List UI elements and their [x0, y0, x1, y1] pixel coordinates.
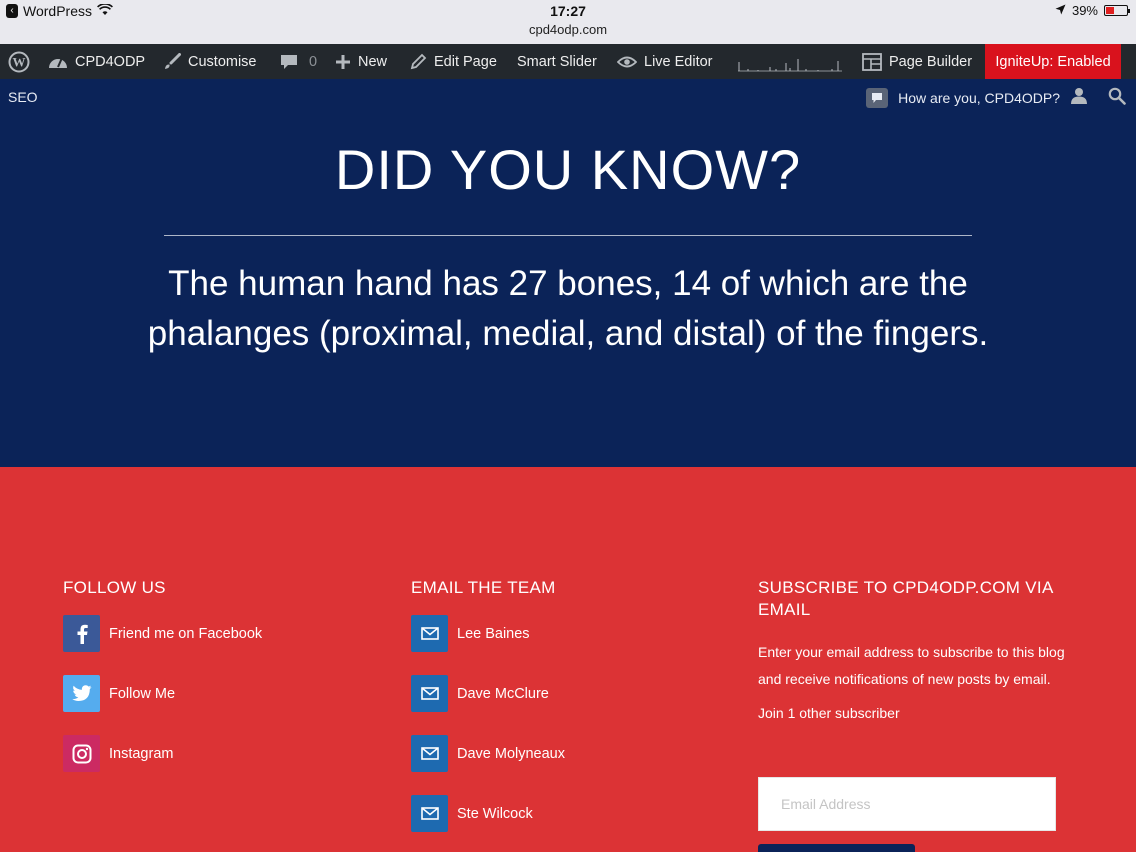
account-greeting[interactable]: How are you, CPD4ODP?	[898, 90, 1060, 106]
facebook-link-label: Friend me on Facebook	[109, 625, 263, 642]
fact-text: The human hand has 27 bones, 14 of which…	[100, 259, 1036, 359]
subscribe-title-line-1: SUBSCRIBE TO CPD4ODP.COM VIA	[758, 578, 1054, 597]
seo-menu[interactable]: SEO	[8, 89, 38, 105]
twitter-link[interactable]: Follow Me	[63, 675, 175, 712]
pencil-icon	[410, 53, 427, 70]
edit-page-label: Edit Page	[434, 53, 497, 70]
live-editor-label: Live Editor	[644, 53, 713, 70]
email-link-label: Dave Molyneaux	[457, 745, 565, 762]
facebook-link[interactable]: Friend me on Facebook	[63, 615, 262, 652]
battery-icon	[1104, 5, 1130, 16]
subscribe-button[interactable]	[758, 844, 915, 852]
instagram-link-label: Instagram	[109, 745, 174, 762]
wp-admin-bar: W CPD4ODP Customise 0 New Edit Page Smar…	[0, 44, 1136, 79]
subscribe-description: Enter your email address to subscribe to…	[758, 644, 1065, 687]
wordpress-logo-icon: W	[8, 51, 30, 73]
location-arrow-icon	[1055, 3, 1066, 18]
customise-label: Customise	[188, 53, 257, 70]
twitter-bird-icon	[63, 675, 100, 712]
fact-line-1: The human hand has 27 bones, 14 of which…	[168, 264, 968, 303]
page-builder-link[interactable]: Page Builder	[862, 44, 972, 79]
comment-bubble-icon	[280, 53, 298, 71]
search-icon[interactable]	[1108, 87, 1126, 108]
email-link-label: Lee Baines	[457, 625, 530, 642]
live-editor-link[interactable]: Live Editor	[617, 44, 713, 79]
page-builder-label: Page Builder	[889, 53, 973, 70]
facebook-icon	[63, 615, 100, 652]
email-team-widget: EMAIL THE TEAM Lee Baines Dave McClure D…	[411, 577, 711, 832]
paintbrush-icon	[163, 52, 181, 71]
address-bar-url[interactable]: cpd4odp.com	[0, 22, 1136, 37]
subscribe-widget: SUBSCRIBE TO CPD4ODP.COM VIA EMAIL Enter…	[758, 577, 1088, 852]
notification-icon[interactable]	[866, 87, 889, 108]
smart-slider-label: Smart Slider	[517, 53, 597, 70]
subscriber-count: Join 1 other subscriber	[758, 705, 900, 721]
email-ste-wilcock-link[interactable]: Ste Wilcock	[411, 795, 533, 832]
layout-grid-icon	[862, 52, 882, 71]
email-link-label: Dave McClure	[457, 685, 549, 702]
email-dave-molyneaux-link[interactable]: Dave Molyneaux	[411, 735, 565, 772]
clock: 17:27	[550, 3, 586, 19]
email-lee-baines-link[interactable]: Lee Baines	[411, 615, 530, 652]
did-you-know-section: SEO How are you, CPD4ODP? DID YOU KNOW? …	[0, 79, 1136, 467]
email-link-label: Ste Wilcock	[457, 805, 533, 822]
envelope-icon	[411, 795, 448, 832]
stats-sparkline-chart	[738, 58, 842, 71]
follow-us-widget: FOLLOW US Friend me on Facebook Follow M…	[63, 577, 363, 772]
user-avatar-icon[interactable]	[1070, 87, 1088, 108]
site-name-menu[interactable]: CPD4ODP	[48, 44, 145, 79]
fact-line-2: phalanges (proximal, medial, and distal)…	[147, 314, 989, 353]
edit-page-link[interactable]: Edit Page	[410, 44, 497, 79]
subscribe-email-input[interactable]	[758, 777, 1056, 831]
hero-heading: DID YOU KNOW?	[334, 138, 802, 201]
dashboard-gauge-icon	[48, 53, 68, 71]
comments-link[interactable]: 0	[280, 44, 317, 79]
igniteup-status-button[interactable]: IgniteUp: Enabled	[985, 44, 1121, 79]
site-name: CPD4ODP	[75, 53, 146, 70]
wordpress-logo-menu[interactable]: W	[8, 44, 30, 79]
envelope-icon	[411, 615, 448, 652]
subscribe-title-line-2: EMAIL	[758, 600, 811, 619]
twitter-link-label: Follow Me	[109, 685, 176, 702]
follow-us-title: FOLLOW US	[63, 578, 166, 597]
hero-divider	[164, 235, 972, 236]
instagram-icon	[63, 735, 100, 772]
envelope-icon	[411, 675, 448, 712]
comments-count: 0	[309, 53, 318, 70]
new-label: New	[358, 53, 388, 70]
customise-link[interactable]: Customise	[163, 44, 257, 79]
email-team-title: EMAIL THE TEAM	[411, 578, 556, 597]
new-content-menu[interactable]: New	[335, 44, 387, 79]
subscribe-title: SUBSCRIBE TO CPD4ODP.COM VIA EMAIL	[758, 577, 1088, 621]
footer-widgets: FOLLOW US Friend me on Facebook Follow M…	[0, 467, 1136, 852]
smart-slider-link[interactable]: Smart Slider	[517, 44, 597, 79]
stats-sparkline[interactable]	[736, 44, 844, 79]
eye-icon	[617, 55, 637, 69]
ios-status-bar: ‹ WordPress 17:27 cpd4odp.com 39%	[0, 0, 1136, 44]
svg-text:W: W	[13, 54, 26, 69]
instagram-link[interactable]: Instagram	[63, 735, 173, 772]
plus-icon	[335, 54, 351, 70]
envelope-icon	[411, 735, 448, 772]
email-dave-mcclure-link[interactable]: Dave McClure	[411, 675, 549, 712]
battery-percent: 39%	[1071, 3, 1098, 18]
